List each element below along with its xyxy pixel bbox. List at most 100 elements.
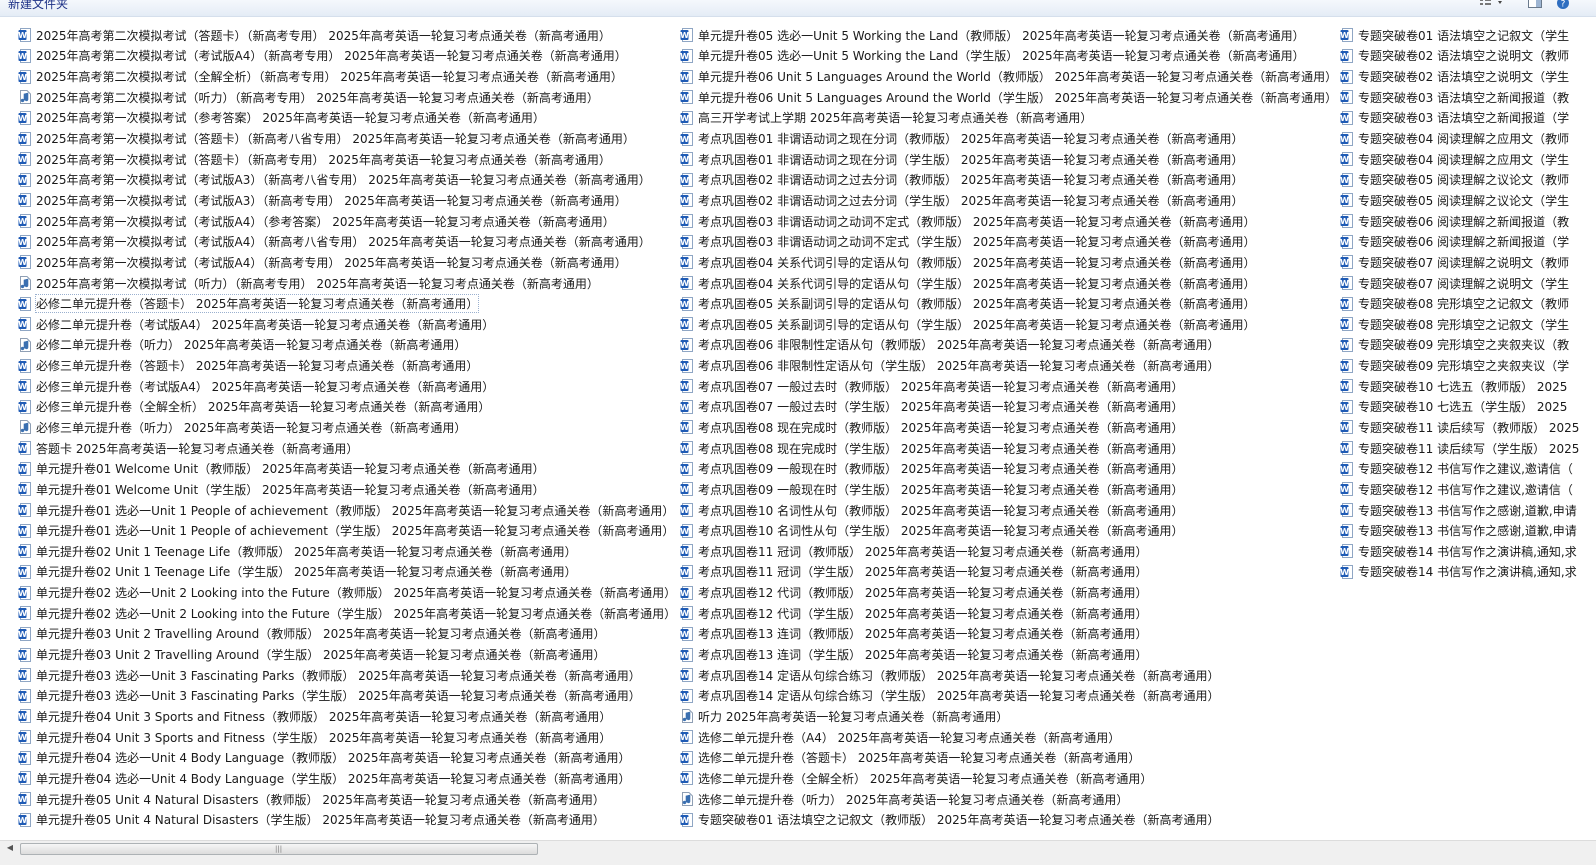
file-item[interactable]: W 考点巩固卷11 冠词（学生版） 2025年高考英语一轮复习考点通关卷（新高考通… — [680, 562, 1337, 583]
file-item[interactable]: W 必修三单元提升卷（考试版A4） 2025年高考英语一轮复习考点通关卷（新高考通… — [18, 376, 676, 397]
file-item[interactable]: W 单元提升卷06 Unit 5 Languages Around the Wor… — [680, 87, 1337, 108]
file-item[interactable]: W 必修二单元提升卷（考试版A4） 2025年高考英语一轮复习考点通关卷（新高考通… — [18, 314, 676, 335]
file-item[interactable]: W 考点巩固卷02 非谓语动词之过去分词（教师版） 2025年高考英语一轮复习考点… — [680, 169, 1337, 190]
file-item[interactable]: W 考点巩固卷01 非谓语动词之现在分词（学生版） 2025年高考英语一轮复习考点… — [680, 149, 1337, 170]
file-item[interactable]: W 考点巩固卷14 定语从句综合练习（教师版） 2025年高考英语一轮复习考点通关… — [680, 665, 1337, 686]
file-item[interactable]: 2025年高考第一次模拟考试（听力）（新高考专用） 2025年高考英语一轮复习考… — [18, 273, 676, 294]
file-item[interactable]: W 专题突破卷07 阅读理解之说明文（学生 — [1340, 273, 1579, 294]
file-item[interactable]: W 选修二单元提升卷（答题卡） 2025年高考英语一轮复习考点通关卷（新高考通用） — [680, 747, 1337, 768]
file-item[interactable]: W 单元提升卷04 Unit 3 Sports and Fitness（学生版） … — [18, 727, 676, 748]
file-item[interactable]: 听力 2025年高考英语一轮复习考点通关卷（新高考通用） — [680, 706, 1337, 727]
scrollbar-thumb[interactable]: ||| — [20, 843, 538, 855]
file-item[interactable]: W 2025年高考第一次模拟考试（答题卡）（新高考八省专用） 2025年高考英语一… — [18, 128, 676, 149]
new-folder-button[interactable]: 新建文件夹 — [8, 0, 68, 12]
file-item[interactable]: W 2025年高考第二次模拟考试（考试版A4）（新高考专用） 2025年高考英语一… — [18, 46, 676, 67]
file-item[interactable]: W 高三开学考试上学期 2025年高考英语一轮复习考点通关卷（新高考通用） — [680, 108, 1337, 129]
file-item[interactable]: W 考点巩固卷10 名词性从句（教师版） 2025年高考英语一轮复习考点通关卷（新… — [680, 500, 1337, 521]
file-item[interactable]: 必修二单元提升卷（听力） 2025年高考英语一轮复习考点通关卷（新高考通用） — [18, 335, 676, 356]
file-item[interactable]: W 2025年高考第一次模拟考试（考试版A3）（新高考专用） 2025年高考英语一… — [18, 190, 676, 211]
file-item[interactable]: W 单元提升卷04 选必一Unit 4 Body Language（教师版） 20… — [18, 747, 676, 768]
file-item[interactable]: W 考点巩固卷14 定语从句综合练习（学生版） 2025年高考英语一轮复习考点通关… — [680, 686, 1337, 707]
file-item[interactable]: W 必修三单元提升卷（全解全析） 2025年高考英语一轮复习考点通关卷（新高考通用… — [18, 397, 676, 418]
file-item[interactable]: W 单元提升卷04 Unit 3 Sports and Fitness（教师版） … — [18, 706, 676, 727]
file-item[interactable]: W 专题突破卷11 读后续写（学生版） 2025 — [1340, 438, 1579, 459]
file-item[interactable]: W 单元提升卷03 Unit 2 Travelling Around（学生版） 2… — [18, 644, 676, 665]
file-item[interactable]: W 选修二单元提升卷（A4） 2025年高考英语一轮复习考点通关卷（新高考通用） — [680, 727, 1337, 748]
views-icon[interactable] — [1476, 0, 1510, 14]
file-item[interactable]: W 考点巩固卷05 关系副词引导的定语从句（学生版） 2025年高考英语一轮复习考… — [680, 314, 1337, 335]
file-item[interactable]: W 专题突破卷12 书信写作之建议,邀请信（ — [1340, 458, 1579, 479]
file-item[interactable]: W 考点巩固卷13 连词（教师版） 2025年高考英语一轮复习考点通关卷（新高考通… — [680, 624, 1337, 645]
file-item[interactable]: W 单元提升卷05 Unit 4 Natural Disasters（学生版） 2… — [18, 809, 676, 830]
file-item[interactable]: W 2025年高考第一次模拟考试（答题卡）（新高考专用） 2025年高考英语一轮复… — [18, 149, 676, 170]
file-item[interactable]: W 考点巩固卷03 非谓语动词之动词不定式（教师版） 2025年高考英语一轮复习考… — [680, 211, 1337, 232]
file-item[interactable]: W 专题突破卷04 阅读理解之应用文（教师 — [1340, 128, 1579, 149]
file-item[interactable]: W 考点巩固卷09 一般现在时（学生版） 2025年高考英语一轮复习考点通关卷（新… — [680, 479, 1337, 500]
file-item[interactable]: W 考点巩固卷07 一般过去时（教师版） 2025年高考英语一轮复习考点通关卷（新… — [680, 376, 1337, 397]
file-item[interactable]: W 专题突破卷05 阅读理解之议论文（教师 — [1340, 169, 1579, 190]
file-item[interactable]: W 单元提升卷02 Unit 1 Teenage Life（教师版） 2025年高… — [18, 541, 676, 562]
file-item[interactable]: W 单元提升卷05 选必一Unit 5 Working the Land（学生版）… — [680, 46, 1337, 67]
help-icon[interactable]: ? — [1552, 0, 1574, 14]
file-item[interactable]: W 2025年高考第二次模拟考试（答题卡）（新高考专用） 2025年高考英语一轮复… — [18, 25, 676, 46]
preview-pane-icon[interactable] — [1524, 0, 1546, 14]
file-item[interactable]: W 考点巩固卷05 关系副词引导的定语从句（教师版） 2025年高考英语一轮复习考… — [680, 293, 1337, 314]
file-item[interactable]: W 专题突破卷11 读后续写（教师版） 2025 — [1340, 417, 1579, 438]
scroll-left-icon[interactable]: ◀ — [2, 841, 18, 855]
file-item[interactable]: W 2025年高考第一次模拟考试（考试版A4）（新高考八省专用） 2025年高考英… — [18, 231, 676, 252]
file-item[interactable]: W 考点巩固卷06 非限制性定语从句（教师版） 2025年高考英语一轮复习考点通关… — [680, 335, 1337, 356]
file-item[interactable]: W 专题突破卷02 语法填空之说明文（教师 — [1340, 46, 1579, 67]
file-item[interactable]: W 2025年高考第一次模拟考试（考试版A3）（新高考八省专用） 2025年高考英… — [18, 169, 676, 190]
file-item[interactable]: W 专题突破卷10 七选五（学生版） 2025 — [1340, 397, 1579, 418]
file-item[interactable]: W 考点巩固卷07 一般过去时（学生版） 2025年高考英语一轮复习考点通关卷（新… — [680, 397, 1337, 418]
file-item[interactable]: W 单元提升卷04 选必一Unit 4 Body Language（学生版） 20… — [18, 768, 676, 789]
file-item[interactable]: W 专题突破卷04 阅读理解之应用文（学生 — [1340, 149, 1579, 170]
file-item[interactable]: W 考点巩固卷12 代词（学生版） 2025年高考英语一轮复习考点通关卷（新高考通… — [680, 603, 1337, 624]
file-item[interactable]: W 单元提升卷06 Unit 5 Languages Around the Wor… — [680, 66, 1337, 87]
file-item[interactable]: W 考点巩固卷04 关系代词引导的定语从句（学生版） 2025年高考英语一轮复习考… — [680, 273, 1337, 294]
file-item[interactable]: W 专题突破卷13 书信写作之感谢,道歉,申请 — [1340, 520, 1579, 541]
file-item[interactable]: W 考点巩固卷12 代词（教师版） 2025年高考英语一轮复习考点通关卷（新高考通… — [680, 582, 1337, 603]
file-item[interactable]: W 2025年高考第一次模拟考试（考试版A4）（参考答案） 2025年高考英语一轮… — [18, 211, 676, 232]
file-item[interactable]: W 考点巩固卷11 冠词（教师版） 2025年高考英语一轮复习考点通关卷（新高考通… — [680, 541, 1337, 562]
file-item[interactable]: W 专题突破卷03 语法填空之新闻报道（教 — [1340, 87, 1579, 108]
file-item[interactable]: W 考点巩固卷06 非限制性定语从句（学生版） 2025年高考英语一轮复习考点通关… — [680, 355, 1337, 376]
file-item[interactable]: W 考点巩固卷03 非谓语动词之动词不定式（学生版） 2025年高考英语一轮复习考… — [680, 231, 1337, 252]
file-item[interactable]: W 2025年高考第一次模拟考试（参考答案） 2025年高考英语一轮复习考点通关卷… — [18, 108, 676, 129]
file-item[interactable]: W 单元提升卷05 Unit 4 Natural Disasters（教师版） 2… — [18, 789, 676, 810]
file-item[interactable]: W 答题卡 2025年高考英语一轮复习考点通关卷（新高考通用） — [18, 438, 676, 459]
file-item[interactable]: W 单元提升卷02 Unit 1 Teenage Life（学生版） 2025年高… — [18, 562, 676, 583]
file-item[interactable]: W 考点巩固卷08 现在完成时（教师版） 2025年高考英语一轮复习考点通关卷（新… — [680, 417, 1337, 438]
file-item[interactable]: W 考点巩固卷01 非谓语动词之现在分词（教师版） 2025年高考英语一轮复习考点… — [680, 128, 1337, 149]
file-item[interactable]: W 专题突破卷03 语法填空之新闻报道（学 — [1340, 108, 1579, 129]
file-item[interactable]: 选修二单元提升卷（听力） 2025年高考英语一轮复习考点通关卷（新高考通用） — [680, 789, 1337, 810]
file-item[interactable]: W 考点巩固卷04 关系代词引导的定语从句（教师版） 2025年高考英语一轮复习考… — [680, 252, 1337, 273]
file-item[interactable]: W 考点巩固卷09 一般现在时（教师版） 2025年高考英语一轮复习考点通关卷（新… — [680, 458, 1337, 479]
file-item[interactable]: 必修三单元提升卷（听力） 2025年高考英语一轮复习考点通关卷（新高考通用） — [18, 417, 676, 438]
horizontal-scrollbar[interactable]: ◀ ||| — [0, 840, 1596, 865]
file-item[interactable]: W 单元提升卷03 选必一Unit 3 Fascinating Parks（学生版… — [18, 686, 676, 707]
file-item[interactable]: W 专题突破卷09 完形填空之夹叙夹议（教 — [1340, 335, 1579, 356]
file-item[interactable]: W 单元提升卷05 选必一Unit 5 Working the Land（教师版）… — [680, 25, 1337, 46]
file-item[interactable]: W 专题突破卷10 七选五（教师版） 2025 — [1340, 376, 1579, 397]
file-item[interactable]: W 考点巩固卷02 非谓语动词之过去分词（学生版） 2025年高考英语一轮复习考点… — [680, 190, 1337, 211]
file-item[interactable]: W 单元提升卷03 Unit 2 Travelling Around（教师版） 2… — [18, 624, 676, 645]
file-item[interactable]: W 专题突破卷08 完形填空之记叙文（学生 — [1340, 314, 1579, 335]
file-item[interactable]: W 单元提升卷01 选必一Unit 1 People of achievement… — [18, 520, 676, 541]
file-item[interactable]: W 专题突破卷06 阅读理解之新闻报道（教 — [1340, 211, 1579, 232]
file-item[interactable]: W 2025年高考第一次模拟考试（考试版A4）（新高考专用） 2025年高考英语一… — [18, 252, 676, 273]
file-item[interactable]: W 必修二单元提升卷（答题卡） 2025年高考英语一轮复习考点通关卷（新高考通用） — [18, 293, 676, 314]
file-item[interactable]: W 选修二单元提升卷（全解全析） 2025年高考英语一轮复习考点通关卷（新高考通用… — [680, 768, 1337, 789]
file-item[interactable]: W 专题突破卷01 语法填空之记叙文（学生 — [1340, 25, 1579, 46]
file-item[interactable]: W 单元提升卷01 Welcome Unit（教师版） 2025年高考英语一轮复习… — [18, 458, 676, 479]
file-item[interactable]: W 专题突破卷02 语法填空之说明文（学生 — [1340, 66, 1579, 87]
file-item[interactable]: W 单元提升卷01 选必一Unit 1 People of achievement… — [18, 500, 676, 521]
file-item[interactable]: W 专题突破卷05 阅读理解之议论文（学生 — [1340, 190, 1579, 211]
file-item[interactable]: W 专题突破卷09 完形填空之夹叙夹议（学 — [1340, 355, 1579, 376]
file-item[interactable]: W 专题突破卷14 书信写作之演讲稿,通知,求 — [1340, 541, 1579, 562]
file-item[interactable]: W 考点巩固卷10 名词性从句（学生版） 2025年高考英语一轮复习考点通关卷（新… — [680, 520, 1337, 541]
file-item[interactable]: W 单元提升卷02 选必一Unit 2 Looking into the Futu… — [18, 582, 676, 603]
file-item[interactable]: W 专题突破卷13 书信写作之感谢,道歉,申请 — [1340, 500, 1579, 521]
file-item[interactable]: W 专题突破卷01 语法填空之记叙文（教师版） 2025年高考英语一轮复习考点通关… — [680, 809, 1337, 830]
file-item[interactable]: 2025年高考第二次模拟考试（听力）（新高考专用） 2025年高考英语一轮复习考… — [18, 87, 676, 108]
